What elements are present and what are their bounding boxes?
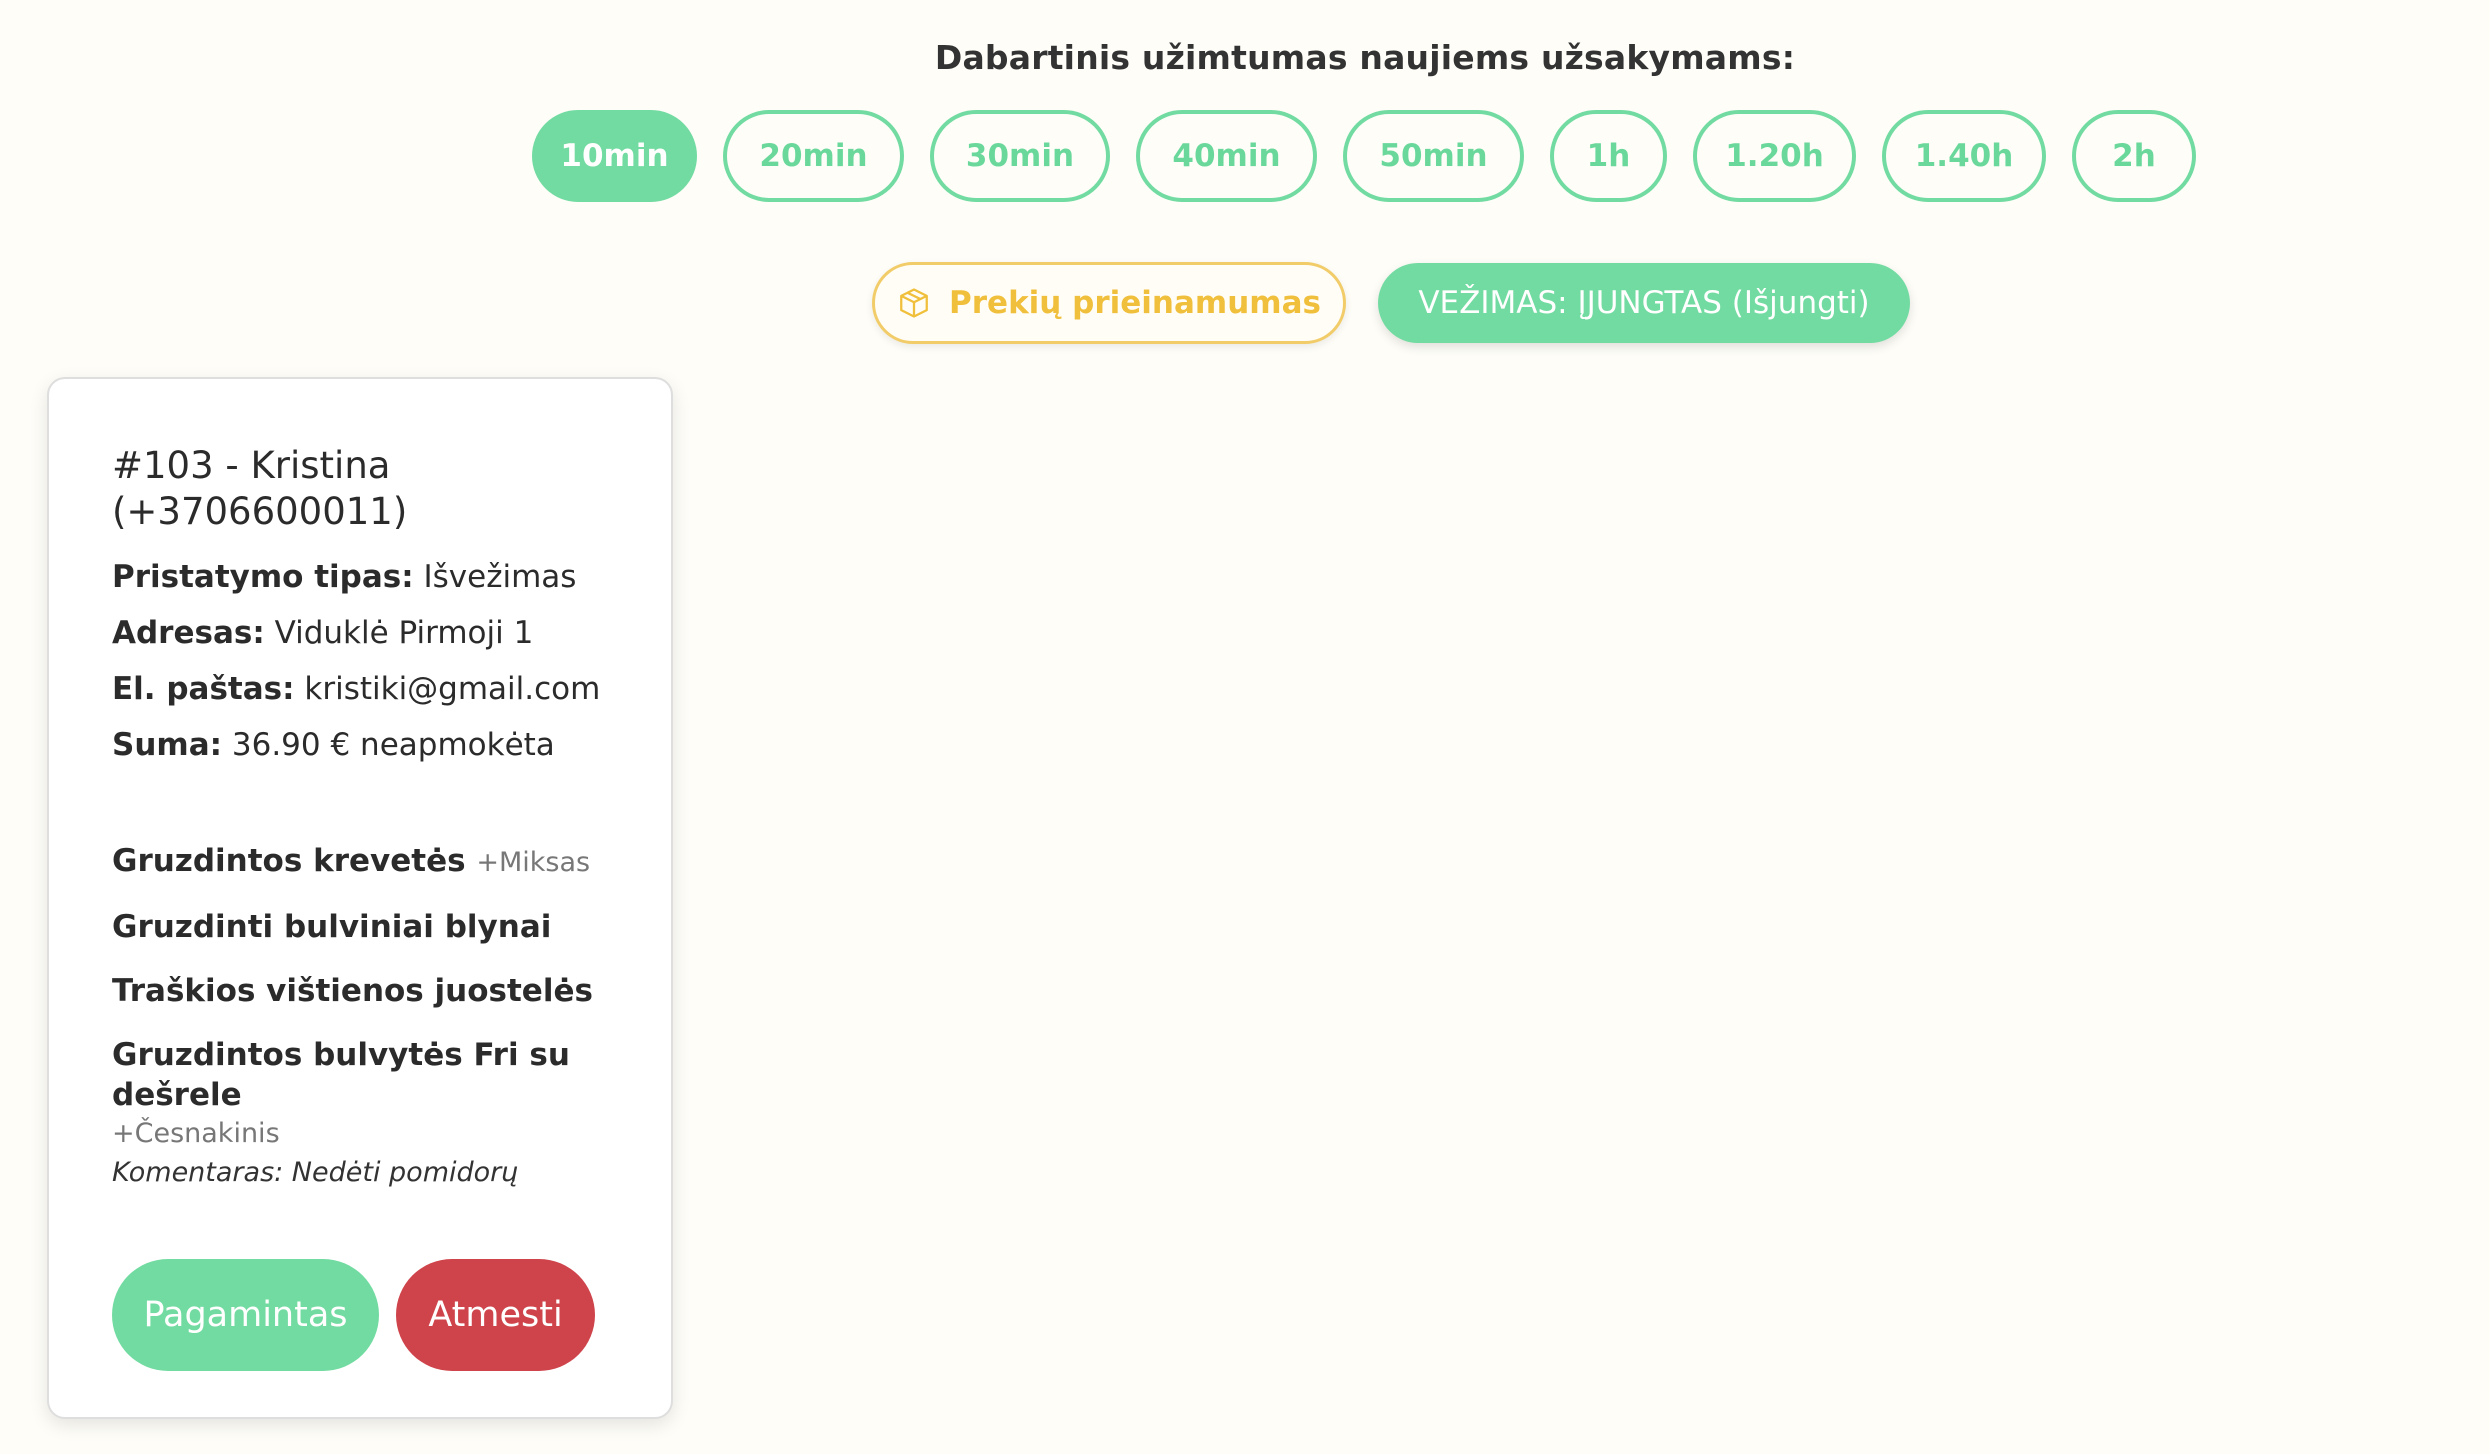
mark-done-button[interactable]: Pagamintas — [112, 1259, 379, 1371]
address-value: Viduklė Pirmoji 1 — [274, 615, 534, 651]
product-availability-label: Prekių prieinamumas — [949, 285, 1321, 321]
item-name: Gruzdintos krevetės — [112, 843, 466, 879]
email-label: El. paštas: — [112, 671, 295, 707]
item-comment: Komentaras: Nedėti pomidorų — [112, 1157, 519, 1188]
busy-time-title: Dabartinis užimtumas naujiems užsakymams… — [934, 38, 1796, 77]
delivery-type-row: Pristatymo tipas: Išvežimas — [112, 557, 629, 597]
product-availability-button[interactable]: Prekių prieinamumas — [872, 262, 1346, 344]
busy-time-30min-button[interactable]: 30min — [930, 110, 1110, 202]
busy-time-1h-button[interactable]: 1h — [1550, 110, 1667, 202]
busy-time-selector: 10min 20min 30min 40min 50min 1h 1.20h 1… — [532, 110, 2196, 202]
item-addon: +Česnakinis — [112, 1118, 280, 1149]
list-item: Gruzdintos krevetės +Miksas — [112, 841, 629, 883]
order-items-list: Gruzdintos krevetės +Miksas Gruzdinti bu… — [112, 841, 629, 1193]
busy-time-20min-button[interactable]: 20min — [723, 110, 904, 202]
delivery-type-label: Pristatymo tipas: — [112, 559, 414, 595]
item-addon: +Miksas — [476, 847, 591, 878]
busy-time-10min-button[interactable]: 10min — [532, 110, 697, 202]
actions-row: Prekių prieinamumas VEŽIMAS: ĮJUNGTAS (I… — [872, 262, 1910, 344]
delivery-toggle-button[interactable]: VEŽIMAS: ĮJUNGTAS (Išjungti) — [1378, 263, 1910, 343]
box-icon — [897, 286, 931, 320]
order-actions: Pagamintas Atmesti — [112, 1259, 629, 1371]
sum-label: Suma: — [112, 727, 223, 763]
delivery-type-value: Išvežimas — [423, 559, 577, 595]
busy-time-2h-button[interactable]: 2h — [2072, 110, 2196, 202]
reject-button[interactable]: Atmesti — [396, 1259, 595, 1371]
sum-row: Suma: 36.90 € neapmokėta — [112, 725, 629, 765]
address-label: Adresas: — [112, 615, 265, 651]
order-card: #103 - Kristina (+3706600011) Pristatymo… — [47, 377, 673, 1419]
list-item: Gruzdinti bulviniai blynai — [112, 907, 629, 947]
busy-time-1-40h-button[interactable]: 1.40h — [1882, 110, 2046, 202]
sum-value: 36.90 € neapmokėta — [231, 727, 555, 763]
email-value: kristiki@gmail.com — [304, 671, 601, 707]
item-name: Gruzdintos bulvytės Fri su dešrele — [112, 1037, 570, 1113]
list-item: Gruzdintos bulvytės Fri su dešrele — [112, 1035, 629, 1115]
email-row: El. paštas: kristiki@gmail.com — [112, 669, 629, 709]
busy-time-50min-button[interactable]: 50min — [1343, 110, 1524, 202]
item-name: Traškios vištienos juostelės — [112, 973, 593, 1009]
busy-time-40min-button[interactable]: 40min — [1136, 110, 1317, 202]
list-item: Traškios vištienos juostelės — [112, 971, 629, 1011]
address-row: Adresas: Viduklė Pirmoji 1 — [112, 613, 629, 653]
busy-time-1-20h-button[interactable]: 1.20h — [1693, 110, 1856, 202]
item-name: Gruzdinti bulviniai blynai — [112, 909, 552, 945]
order-title: #103 - Kristina (+3706600011) — [112, 444, 408, 533]
